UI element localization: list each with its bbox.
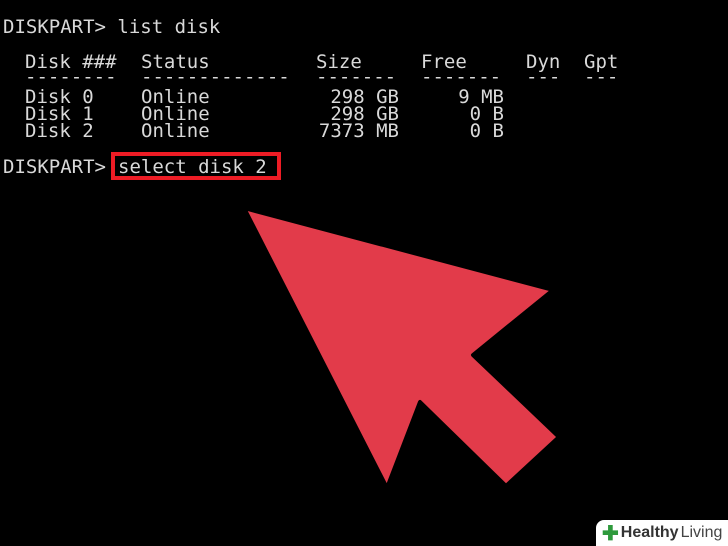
logo-word-living: Living	[680, 524, 723, 541]
logo-word-healthy: Healthy	[620, 524, 679, 541]
pointer-arrow-shape	[242, 206, 561, 490]
healthy-living-logo: ✚ Healthy Living	[596, 520, 728, 546]
plus-icon: ✚	[602, 522, 619, 545]
console-window: DISKPART> list disk Disk ### Status Size…	[0, 0, 728, 546]
pointer-arrow-icon	[242, 206, 561, 490]
